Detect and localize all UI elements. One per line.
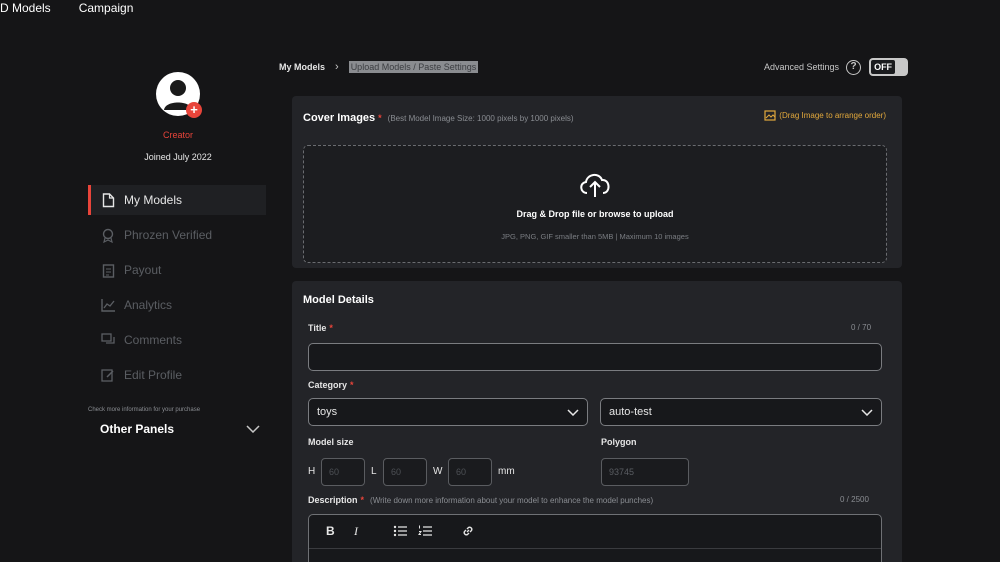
cover-images-title: Cover Images * (Best Model Image Size: 100… [303,112,574,124]
bullet-list-button[interactable] [393,525,407,540]
advanced-settings-label: Advanced Settings [764,62,840,72]
nav-models[interactable]: D Models [0,1,51,15]
sidebar-item-label: Edit Profile [124,368,183,382]
image-icon [764,110,776,121]
sidebar-item-label: Comments [124,333,183,347]
category-label: Category * [308,380,354,390]
toggle-state: OFF [871,60,896,74]
chevron-right-icon: › [335,61,339,73]
link-icon [463,526,473,536]
size-h-label: H [308,466,316,477]
model-details-panel: Model Details Title * 0 / 70 Category * to… [292,281,902,562]
edit-icon [100,367,116,383]
chevron-down-icon [567,408,579,416]
sidebar-item-label: Phrozen Verified [124,228,213,242]
other-panels-toggle[interactable]: Other Panels [100,422,260,436]
breadcrumb-my-models[interactable]: My Models [279,62,325,72]
model-size-label: Model size [308,437,354,447]
title-counter: 0 / 70 [851,323,872,332]
numbered-list-icon [418,525,432,536]
dropzone-title: Drag & Drop file or browse to upload [516,209,674,219]
category-select-secondary[interactable]: auto-test [600,398,882,426]
description-label: Description * (Write down more information… [308,495,654,505]
advanced-settings-toggle[interactable]: OFF [869,58,909,76]
nav-campaign[interactable]: Campaign [79,1,134,15]
chevron-down-icon [861,408,873,416]
sidebar-item-phrozen-verified[interactable]: Phrozen Verified [88,220,266,250]
polygon-input[interactable]: 93745 [601,458,689,486]
bullet-list-icon [393,525,407,537]
description-counter: 0 / 2500 [840,495,869,504]
chart-icon [100,297,116,313]
breadcrumb: My Models › Upload Models / Paste Settin… [279,61,479,73]
size-l-input[interactable]: 60 [383,458,427,486]
size-w-input[interactable]: 60 [448,458,492,486]
numbered-list-button[interactable] [418,525,432,540]
document-icon [100,192,116,208]
dropzone-subtitle: JPG, PNG, GIF smaller than 5MB | Maximum… [501,232,689,241]
size-unit: mm [498,466,515,477]
other-panels-label: Other Panels [100,422,175,436]
description-editor[interactable]: B I [308,514,882,562]
add-photo-icon[interactable]: + [186,102,202,118]
sidebar-item-edit-profile[interactable]: Edit Profile [88,360,266,390]
clipboard-icon [100,262,116,278]
chevron-down-icon [246,425,260,433]
link-button[interactable] [461,524,475,541]
top-nav: D Models Campaign [0,0,161,16]
advanced-settings: Advanced Settings ? OFF [764,58,909,76]
help-icon[interactable]: ? [846,59,862,75]
description-hint: (Write down more information about your … [370,496,654,505]
sidebar-item-label: My Models [124,193,183,207]
sidebar-item-label: Payout [124,263,162,277]
size-l-label: L [371,466,377,477]
bold-button[interactable]: B [326,524,335,538]
sidebar-item-my-models[interactable]: My Models [88,185,266,215]
cover-images-hint: (Best Model Image Size: 1000 pixels by 1… [387,114,574,123]
sidebar-item-comments[interactable]: Comments [88,325,266,355]
editor-toolbar: B I [309,515,881,549]
joined-date: Joined July 2022 [144,152,212,162]
title-input[interactable] [308,343,882,371]
drag-arrange-hint: (Drag Image to arrange order) [764,110,886,121]
size-w-label: W [433,466,443,477]
italic-button[interactable]: I [354,524,358,539]
breadcrumb-current: Upload Models / Paste Settings [348,61,479,73]
avatar[interactable]: + [156,72,202,118]
polygon-label: Polygon [601,437,637,447]
sidebar-item-analytics[interactable]: Analytics [88,290,266,320]
image-dropzone[interactable]: Drag & Drop file or browse to upload JPG… [303,145,887,263]
upload-cloud-icon [580,174,610,197]
user-role: Creator [162,130,193,140]
model-details-title: Model Details [303,294,374,306]
check-more-text: Check more information for your purchase [88,407,201,413]
sidebar-item-payout[interactable]: Payout [88,255,266,285]
sidebar-item-label: Analytics [124,298,173,312]
title-label: Title * [308,323,333,333]
verified-badge-icon [100,227,116,243]
category-select-primary[interactable]: toys [308,398,588,426]
cover-images-panel: Cover Images * (Best Model Image Size: 100… [292,96,902,268]
size-h-input[interactable]: 60 [321,458,365,486]
comments-icon [100,332,116,348]
